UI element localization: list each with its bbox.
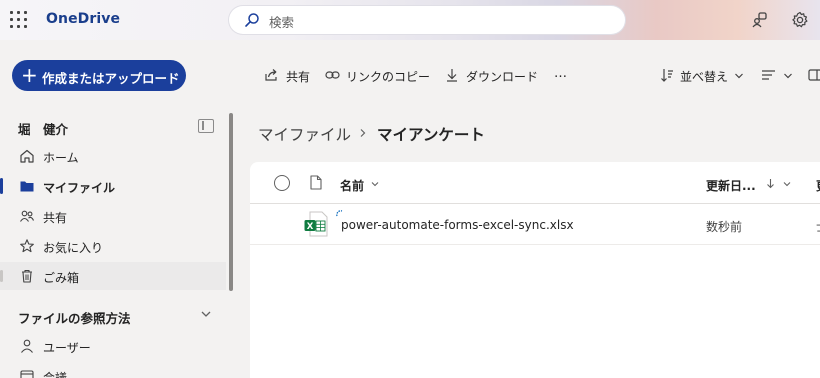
nav-item-shared[interactable]: 共有: [0, 202, 226, 230]
share-button[interactable]: 共有: [264, 66, 314, 86]
calendar-icon: [20, 370, 34, 378]
file-list: 名前 更新日... 更 X power-automate-forms-excel…: [250, 162, 820, 378]
app-launcher-icon[interactable]: [10, 11, 28, 29]
nav-item-meetings[interactable]: 会議: [0, 362, 226, 378]
excel-file-icon: X: [304, 211, 328, 237]
folder-icon: [20, 181, 34, 192]
file-next-column: 士: [816, 218, 820, 235]
nav-item-recycle-bin[interactable]: ごみ箱: [0, 262, 226, 290]
share-icon: [265, 69, 277, 81]
details-pane-button[interactable]: [808, 66, 820, 86]
svg-text:X: X: [307, 222, 314, 232]
search-box[interactable]: 検索: [229, 6, 625, 34]
list-view-icon: [762, 70, 775, 80]
app-title[interactable]: OneDrive: [46, 11, 120, 27]
browse-section-title: ファイルの参照方法: [18, 311, 131, 326]
table-header: 名前 更新日... 更: [250, 162, 820, 204]
people-icon: [20, 210, 35, 222]
left-navigation: + 作成またはアップロード 堀 健介 ホーム マイファイル 共有 お気に入り ご…: [0, 40, 236, 378]
active-indicator: [0, 178, 3, 194]
sort-button[interactable]: 並べ替え: [660, 66, 746, 86]
table-row[interactable]: X power-automate-forms-excel-sync.xlsx 数…: [250, 205, 820, 245]
user-name: 堀 健介: [18, 122, 69, 137]
select-all-checkbox[interactable]: [274, 175, 290, 191]
sort-icon: [661, 69, 673, 82]
file-type-icon: [310, 175, 322, 190]
column-header-name[interactable]: 名前: [340, 177, 364, 194]
column-header-modified[interactable]: 更新日...: [706, 177, 756, 194]
person-icon: [21, 339, 33, 353]
breadcrumb-parent[interactable]: マイファイル: [258, 123, 351, 145]
star-icon: [20, 239, 34, 253]
more-actions-button[interactable]: …: [554, 66, 570, 86]
sync-status-icon: [336, 210, 343, 217]
gear-icon[interactable]: [790, 10, 810, 30]
nav-item-home[interactable]: ホーム: [0, 142, 226, 170]
home-icon: [20, 149, 34, 163]
plus-icon: +: [21, 63, 38, 87]
column-header-next[interactable]: 更: [816, 177, 820, 194]
copy-link-button[interactable]: リンクのコピー: [325, 66, 435, 86]
download-icon: [447, 69, 457, 82]
chevron-down-icon: [784, 73, 792, 79]
nav-item-my-files[interactable]: マイファイル: [0, 172, 226, 200]
chevron-down-icon[interactable]: [783, 180, 791, 188]
hover-indicator: [0, 270, 3, 282]
chevron-down-icon: [735, 73, 743, 79]
collapse-pane-icon[interactable]: [198, 119, 214, 133]
arrow-down-icon[interactable]: [766, 178, 775, 189]
file-modified: 数秒前: [706, 220, 743, 234]
nav-item-favorites[interactable]: お気に入り: [0, 232, 226, 260]
details-pane-icon: [808, 69, 820, 81]
share-people-icon[interactable]: [750, 10, 770, 30]
breadcrumb-current: マイアンケート: [377, 126, 485, 144]
chevron-down-icon[interactable]: [371, 180, 379, 188]
create-upload-button[interactable]: + 作成またはアップロード: [12, 60, 186, 91]
top-bar: OneDrive 検索: [0, 0, 820, 40]
view-options-button[interactable]: [761, 66, 797, 86]
trash-icon: [22, 269, 32, 283]
nav-item-people[interactable]: ユーザー: [0, 332, 226, 360]
download-button[interactable]: ダウンロード: [446, 66, 541, 86]
nav-scrollbar[interactable]: [229, 113, 233, 291]
chevron-down-icon[interactable]: [200, 308, 212, 320]
link-icon: [325, 71, 340, 79]
search-icon: [245, 13, 259, 27]
file-name[interactable]: power-automate-forms-excel-sync.xlsx: [341, 218, 574, 232]
chevron-right-icon: [360, 129, 366, 137]
search-input[interactable]: 検索: [269, 12, 294, 31]
